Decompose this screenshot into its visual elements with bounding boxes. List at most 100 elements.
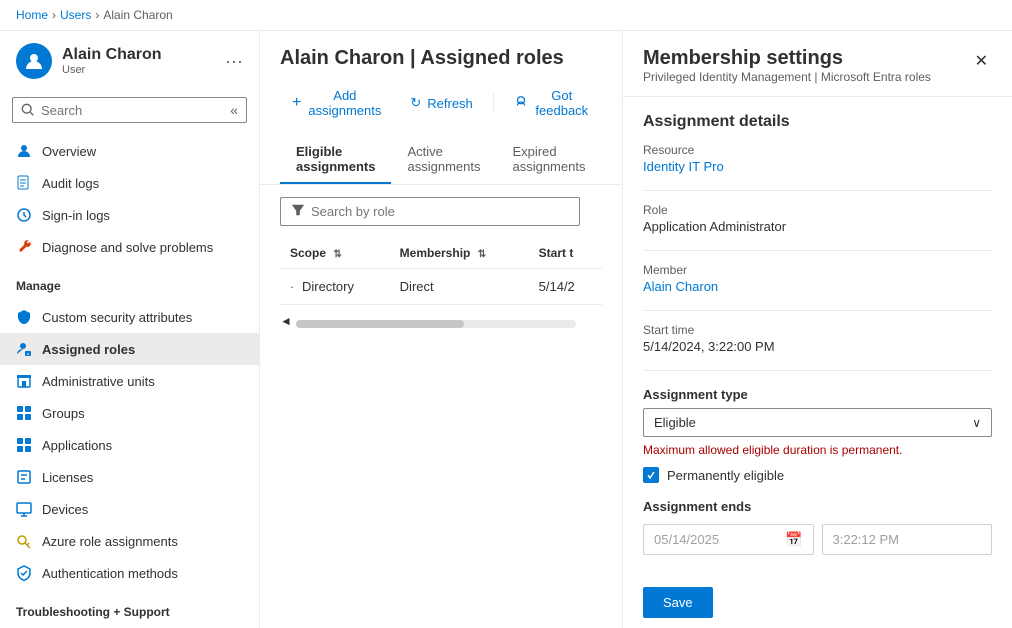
clock-icon xyxy=(16,207,32,223)
page-title: Alain Charon | Assigned roles xyxy=(280,47,564,70)
date-input[interactable]: 05/14/2025 📅 xyxy=(643,524,814,555)
table-row[interactable]: · Directory Direct 5/14/2 xyxy=(280,269,602,305)
permanently-eligible-row[interactable]: Permanently eligible xyxy=(643,467,992,483)
member-label: Member xyxy=(643,263,992,277)
search-input[interactable] xyxy=(41,103,224,118)
refresh-button[interactable]: ↻ Refresh xyxy=(398,89,484,117)
sidebar-item-auth-methods[interactable]: Authentication methods xyxy=(0,557,259,589)
permanently-eligible-label: Permanently eligible xyxy=(667,468,784,483)
role-search-input[interactable] xyxy=(311,204,569,219)
person-icon xyxy=(16,143,32,159)
cell-membership: Direct xyxy=(390,269,529,305)
time-value: 3:22:12 PM xyxy=(833,532,900,547)
panel-title: Membership settings Privileged Identity … xyxy=(643,47,931,84)
divider-1 xyxy=(643,190,992,191)
sidebar-item-assigned-roles-label: Assigned roles xyxy=(42,342,135,357)
right-panel: Membership settings Privileged Identity … xyxy=(622,31,1012,628)
tab-expired[interactable]: Expired assignments xyxy=(496,136,602,184)
cell-start: 5/14/2 xyxy=(529,269,602,305)
col-scope: Scope ⇅ xyxy=(280,238,390,269)
sidebar-item-admin-units[interactable]: Administrative units xyxy=(0,365,259,397)
manage-section-header: Manage xyxy=(0,267,259,297)
cell-scope: · Directory xyxy=(280,269,390,305)
sidebar-item-applications[interactable]: Applications xyxy=(0,429,259,461)
time-input[interactable]: 3:22:12 PM xyxy=(822,524,993,555)
sidebar-item-overview[interactable]: Overview xyxy=(0,135,259,167)
feedback-button[interactable]: Got feedback xyxy=(502,82,602,124)
monitor-icon xyxy=(16,501,32,517)
breadcrumb: Home › Users › Alain Charon xyxy=(0,0,1012,31)
manage-nav: Custom security attributes Assigned role… xyxy=(0,297,259,593)
panel-title-text: Membership settings xyxy=(643,47,931,70)
breadcrumb-current: Alain Charon xyxy=(103,8,172,22)
sidebar-item-devices-label: Devices xyxy=(42,502,88,517)
content-header: Alain Charon | Assigned roles + Add assi… xyxy=(260,31,622,185)
assignment-type-value: Eligible xyxy=(654,415,696,430)
checkmark-icon xyxy=(646,470,656,480)
add-assignments-button[interactable]: + Add assignments xyxy=(280,82,394,124)
role-section: Role Application Administrator xyxy=(643,203,992,234)
resource-value: Identity IT Pro xyxy=(643,159,992,174)
collapse-button[interactable]: « xyxy=(230,102,238,118)
breadcrumb-home[interactable]: Home xyxy=(16,8,48,22)
calendar-icon: 📅 xyxy=(785,531,802,548)
panel-body: Assignment details Resource Identity IT … xyxy=(623,97,1012,628)
assignments-table: Scope ⇅ Membership ⇅ Start t · xyxy=(280,238,602,305)
assignment-type-label: Assignment type xyxy=(643,387,992,402)
start-time-label: Start time xyxy=(643,323,992,337)
toolbar: + Add assignments ↻ Refresh Got feedback xyxy=(280,82,602,124)
start-time-section: Start time 5/14/2024, 3:22:00 PM xyxy=(643,323,992,354)
assignment-type-select[interactable]: Eligible ∨ xyxy=(643,408,992,437)
troubleshooting-section-header: Troubleshooting + Support xyxy=(0,593,259,623)
content-body: Scope ⇅ Membership ⇅ Start t · xyxy=(260,185,622,628)
search-icon xyxy=(21,103,35,117)
content-area: Alain Charon | Assigned roles + Add assi… xyxy=(260,31,622,628)
sidebar-user-header: Alain Charon User ··· xyxy=(0,31,259,91)
content-title: Alain Charon | Assigned roles xyxy=(280,47,602,70)
tab-active[interactable]: Active assignments xyxy=(391,136,496,184)
shield-attributes-icon xyxy=(16,309,32,325)
sidebar-item-applications-label: Applications xyxy=(42,438,112,453)
doc-icon xyxy=(16,175,32,191)
filter-bar[interactable] xyxy=(280,197,580,226)
breadcrumb-users[interactable]: Users xyxy=(60,8,91,22)
assignment-details-title: Assignment details xyxy=(643,113,992,131)
scroll-left-arrow[interactable]: ◄ xyxy=(280,314,292,328)
search-box[interactable]: « xyxy=(12,97,247,123)
close-button[interactable]: ✕ xyxy=(971,47,992,75)
chevron-down-icon: ∨ xyxy=(972,416,981,430)
sidebar-item-audit-logs[interactable]: Audit logs xyxy=(0,167,259,199)
sidebar-item-groups-label: Groups xyxy=(42,406,85,421)
sort-icon-membership[interactable]: ⇅ xyxy=(478,249,486,260)
sidebar-item-diagnose[interactable]: Diagnose and solve problems xyxy=(0,231,259,263)
horizontal-scrollbar[interactable] xyxy=(296,320,576,328)
tab-eligible[interactable]: Eligible assignments xyxy=(280,136,391,184)
sidebar-item-azure-role[interactable]: Azure role assignments xyxy=(0,525,259,557)
col-membership: Membership ⇅ xyxy=(390,238,529,269)
shield2-icon xyxy=(16,565,32,581)
table-header-row: Scope ⇅ Membership ⇅ Start t xyxy=(280,238,602,269)
sort-icon-scope[interactable]: ⇅ xyxy=(333,249,341,260)
sidebar-item-licenses-label: Licenses xyxy=(42,470,93,485)
more-button[interactable]: ··· xyxy=(225,51,243,72)
toolbar-separator xyxy=(493,93,494,113)
user-tag: User xyxy=(62,64,162,76)
plus-icon: + xyxy=(292,94,301,112)
building-icon xyxy=(16,373,32,389)
permanently-eligible-checkbox[interactable] xyxy=(643,467,659,483)
assignment-details-section: Assignment details Resource Identity IT … xyxy=(643,113,992,371)
resource-section: Resource Identity IT Pro xyxy=(643,143,992,174)
sidebar-item-custom-security[interactable]: Custom security attributes xyxy=(0,301,259,333)
assignment-type-section: Assignment type Eligible ∨ Maximum allow… xyxy=(643,387,992,483)
sidebar-item-assigned-roles[interactable]: Assigned roles xyxy=(0,333,259,365)
save-button[interactable]: Save xyxy=(643,587,713,618)
avatar xyxy=(16,43,52,79)
sidebar-item-licenses[interactable]: Licenses xyxy=(0,461,259,493)
panel-subtitle: Privileged Identity Management | Microso… xyxy=(643,70,931,84)
grid-icon xyxy=(16,405,32,421)
sidebar-item-sign-in-logs[interactable]: Sign-in logs xyxy=(0,199,259,231)
applications-icon xyxy=(16,437,32,453)
sidebar-item-devices[interactable]: Devices xyxy=(0,493,259,525)
assignment-ends-label: Assignment ends xyxy=(643,499,992,514)
sidebar-item-groups[interactable]: Groups xyxy=(0,397,259,429)
